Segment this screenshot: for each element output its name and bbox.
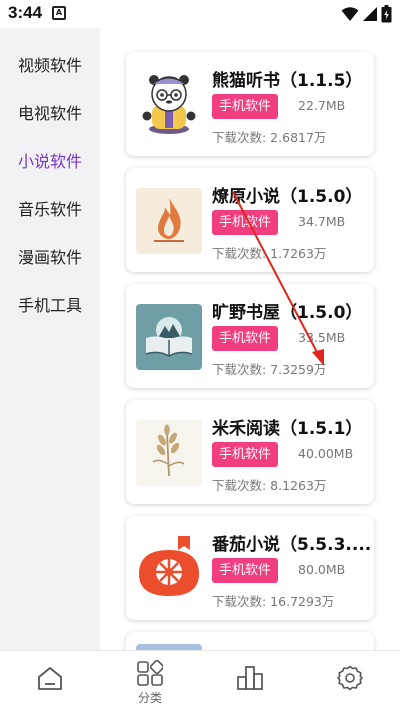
wheat-icon bbox=[136, 420, 202, 486]
app-card[interactable]: 燎原小说（1.5.0） 手机软件 34.7MB 下载次数: 1.7263万 bbox=[126, 168, 374, 272]
bottom-nav: 分类 bbox=[0, 650, 400, 712]
nav-category[interactable]: 分类 bbox=[100, 651, 200, 712]
app-title: 米禾阅读（1.5.1） bbox=[212, 419, 363, 439]
nav-settings[interactable] bbox=[300, 651, 400, 712]
sidebar-item-tv[interactable]: 电视软件 bbox=[0, 94, 100, 134]
notification-icon: A bbox=[52, 6, 66, 20]
app-card[interactable]: 熊猫听书（1.1.5） 手机软件 22.7MB 下载次数: 2.6817万 bbox=[126, 52, 374, 156]
home-icon bbox=[38, 667, 62, 690]
app-card[interactable]: 番茄小说（5.5.3.... 手机软件 80.0MB 下载次数: 16.7293… bbox=[126, 516, 374, 620]
category-badge: 手机软件 bbox=[212, 326, 279, 351]
app-list: 熊猫听书（1.1.5） 手机软件 22.7MB 下载次数: 2.6817万 燎原… bbox=[100, 28, 400, 650]
nav-home[interactable] bbox=[0, 651, 100, 712]
category-badge: 手机软件 bbox=[212, 210, 279, 235]
app-card[interactable]: 旷野书屋（1.5.0） 手机软件 33.5MB 下载次数: 7.3259万 bbox=[126, 284, 374, 388]
tomato-icon bbox=[136, 536, 202, 602]
sidebar-item-tools[interactable]: 手机工具 bbox=[0, 286, 100, 326]
download-count: 下载次数: 8.1263万 bbox=[212, 478, 327, 493]
app-title: 番茄小说（5.5.3.... bbox=[212, 535, 372, 555]
sidebar-item-novel[interactable]: 小说软件 bbox=[0, 142, 100, 182]
signal-icon bbox=[363, 7, 377, 21]
status-indicators bbox=[341, 5, 392, 23]
category-badge: 手机软件 bbox=[212, 558, 279, 583]
status-time: 3:44 bbox=[8, 3, 43, 22]
app-size: 33.5MB bbox=[298, 330, 346, 345]
download-count: 下载次数: 1.7263万 bbox=[212, 246, 327, 261]
panda-icon bbox=[136, 72, 202, 138]
app-title: 燎原小说（1.5.0） bbox=[212, 187, 363, 207]
app-title: 旷野书屋（1.5.0） bbox=[212, 303, 363, 323]
settings-icon bbox=[337, 665, 363, 691]
status-bar: 3:44 A bbox=[0, 0, 400, 28]
app-card[interactable]: 米禾阅读（1.5.1） 手机软件 40.00MB 下载次数: 8.1263万 bbox=[126, 400, 374, 504]
book-icon bbox=[136, 304, 202, 370]
category-badge: 手机软件 bbox=[212, 94, 279, 119]
app-title: 熊猫听书（1.1.5） bbox=[212, 71, 363, 91]
category-icon bbox=[137, 660, 163, 686]
sidebar-item-video[interactable]: 视频软件 bbox=[0, 46, 100, 86]
sidebar-item-comic[interactable]: 漫画软件 bbox=[0, 238, 100, 278]
battery-icon bbox=[381, 5, 392, 23]
app-size: 40.00MB bbox=[298, 446, 354, 461]
app-size: 22.7MB bbox=[298, 98, 346, 113]
wifi-icon bbox=[341, 7, 359, 21]
flame-icon bbox=[136, 188, 202, 254]
category-sidebar: 视频软件 电视软件 小说软件 音乐软件 漫画软件 手机工具 bbox=[0, 28, 100, 650]
download-count: 下载次数: 16.7293万 bbox=[212, 594, 335, 609]
app-size: 34.7MB bbox=[298, 214, 346, 229]
download-count: 下载次数: 7.3259万 bbox=[212, 362, 327, 377]
sidebar-item-music[interactable]: 音乐软件 bbox=[0, 190, 100, 230]
download-count: 下载次数: 2.6817万 bbox=[212, 130, 327, 145]
ranking-icon bbox=[237, 666, 263, 690]
app-card[interactable] bbox=[126, 632, 374, 650]
nav-category-label: 分类 bbox=[137, 691, 162, 705]
category-badge: 手机软件 bbox=[212, 442, 279, 467]
nav-ranking[interactable] bbox=[200, 651, 300, 712]
app-size: 80.0MB bbox=[298, 562, 346, 577]
